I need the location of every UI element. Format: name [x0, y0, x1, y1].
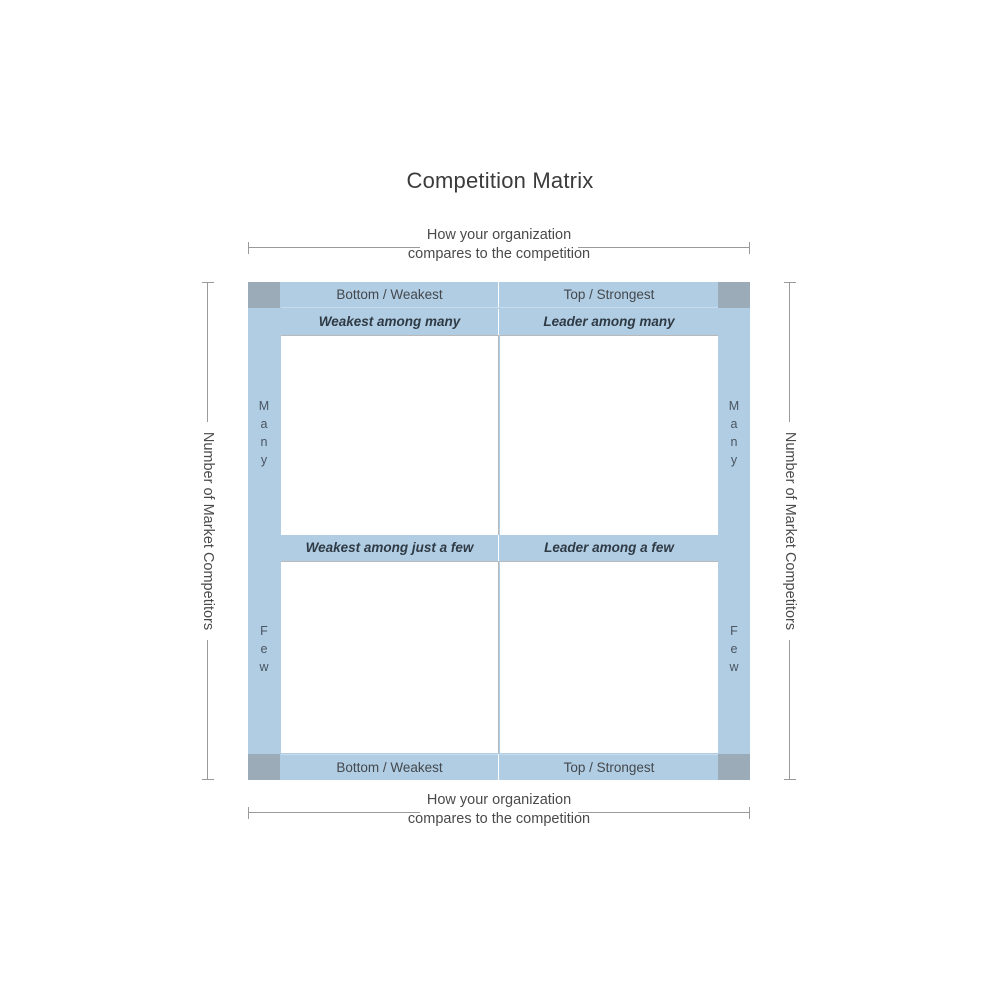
corner-top-left — [248, 282, 280, 308]
axis-right-label: Number of Market Competitors — [782, 431, 798, 631]
quadrant-panel-bottom-left[interactable] — [281, 561, 499, 753]
row-label-char: a — [260, 417, 268, 431]
row-label-char: y — [260, 453, 268, 467]
row-label-char: a — [730, 417, 738, 431]
row-label-char: F — [730, 624, 738, 638]
quadrant-panel-bottom-right[interactable] — [500, 561, 718, 753]
quadrant-label-bottom-right: Leader among a few — [500, 535, 718, 561]
axis-left-line-top — [207, 282, 208, 422]
page-title: Competition Matrix — [406, 168, 594, 193]
axis-bottom-horizontal: How your organization compares to the co… — [248, 791, 750, 837]
quadrant-label-bottom-left: Weakest among just a few — [281, 535, 499, 561]
quadrant-panel-top-right[interactable] — [500, 335, 718, 535]
row-label-right-few: Few — [718, 622, 750, 676]
competition-matrix: Bottom / Weakest Top / Strongest Bottom … — [248, 282, 750, 780]
row-label-right-many: Many — [718, 397, 750, 469]
axis-left-line-bottom — [207, 640, 208, 780]
column-header-top-right: Top / Strongest — [500, 282, 718, 308]
axis-left-cap-top-icon — [202, 282, 214, 283]
axis-right-cap-bottom-icon — [784, 779, 796, 780]
row-label-char: y — [730, 453, 738, 467]
row-label-char: e — [260, 642, 268, 656]
axis-right-line-top — [789, 282, 790, 422]
axis-top-label-line1: How your organization — [426, 227, 572, 243]
axis-right-cap-top-icon — [784, 282, 796, 283]
row-label-char: M — [728, 399, 740, 413]
quadrant-label-top-left: Weakest among many — [281, 309, 499, 335]
axis-top-label-line2: compares to the competition — [407, 246, 591, 262]
row-label-char: M — [258, 399, 270, 413]
column-header-bottom-left: Bottom / Weakest — [281, 754, 499, 780]
axis-bottom-label-line2: compares to the competition — [407, 811, 591, 827]
row-label-char: F — [260, 624, 268, 638]
quadrant-label-top-right: Leader among many — [500, 309, 718, 335]
corner-bottom-right — [718, 754, 750, 780]
axis-right-vertical: Number of Market Competitors — [768, 282, 812, 780]
axis-bottom-label-line1: How your organization — [426, 792, 572, 808]
axis-left-vertical: Number of Market Competitors — [186, 282, 230, 780]
row-label-left-few: Few — [248, 622, 280, 676]
column-header-bottom-right: Top / Strongest — [500, 754, 718, 780]
axis-right-line-bottom — [789, 640, 790, 780]
column-header-top-left: Bottom / Weakest — [281, 282, 499, 308]
axis-top-horizontal: How your organization compares to the co… — [248, 226, 750, 272]
quadrant-panel-top-left[interactable] — [281, 335, 499, 535]
axis-bottom-label: How your organization compares to the co… — [248, 791, 750, 829]
corner-bottom-left — [248, 754, 280, 780]
row-label-left-many: Many — [248, 397, 280, 469]
axis-left-label: Number of Market Competitors — [200, 431, 216, 631]
axis-top-label: How your organization compares to the co… — [248, 226, 750, 264]
row-label-char: e — [730, 642, 738, 656]
corner-top-right — [718, 282, 750, 308]
row-label-char: w — [259, 660, 269, 674]
row-label-char: n — [730, 435, 738, 449]
row-label-char: w — [729, 660, 739, 674]
row-label-char: n — [260, 435, 268, 449]
axis-left-cap-bottom-icon — [202, 779, 214, 780]
